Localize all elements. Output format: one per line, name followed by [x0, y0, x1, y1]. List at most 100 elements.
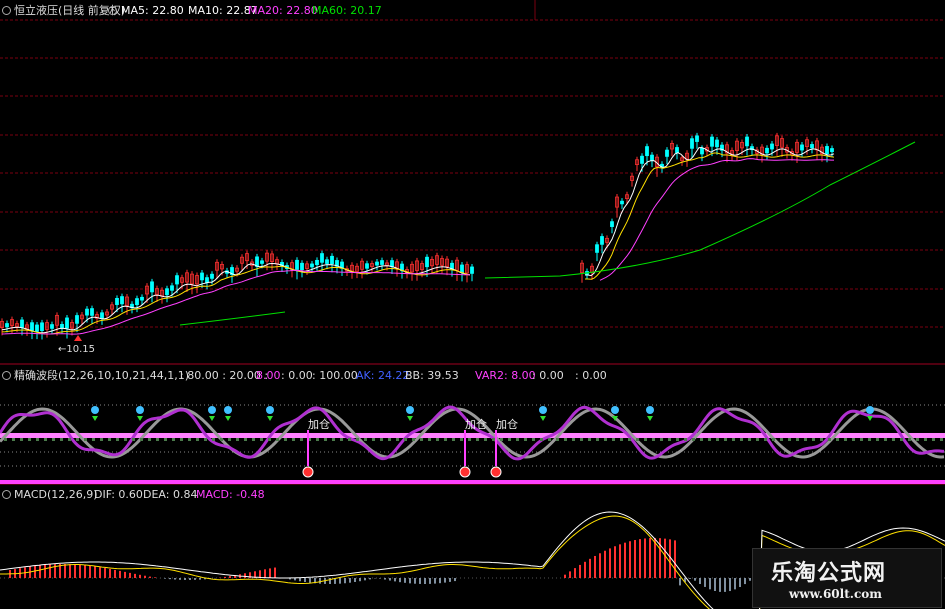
indicator-value-1: 8.00	[256, 369, 281, 382]
ma-settings-icon[interactable]	[108, 6, 117, 15]
candle-body	[210, 273, 214, 279]
indicator-dot	[508, 438, 511, 441]
candle-body	[150, 281, 154, 293]
indicator-toggle-icon[interactable]	[2, 371, 11, 380]
indicator-dot	[940, 438, 943, 441]
indicator-dot	[908, 438, 911, 441]
candle-body	[90, 308, 94, 316]
sell-arrow-icon	[267, 416, 273, 421]
indicator-dot	[900, 438, 903, 441]
candle-body	[830, 148, 834, 153]
indicator-bottom-band	[0, 480, 945, 484]
indicator-dot	[868, 438, 871, 441]
sell-arrow-icon	[225, 416, 231, 421]
peak-marker-icon	[866, 406, 874, 414]
peak-marker-icon	[136, 406, 144, 414]
indicator-dot	[316, 438, 319, 441]
candle-body	[390, 260, 394, 267]
candle-body	[35, 324, 39, 332]
indicator-dot	[380, 438, 383, 441]
indicator-dot	[324, 438, 327, 441]
indicator-dot	[276, 438, 279, 441]
indicator-dot	[140, 438, 143, 441]
indicator-dot	[540, 438, 543, 441]
indicator-dot	[132, 438, 135, 441]
indicator-dot	[564, 438, 567, 441]
candle-body	[600, 236, 604, 245]
candle-body	[315, 259, 319, 266]
signal-add-position-2: 加仓	[465, 418, 487, 431]
candle-body	[665, 149, 669, 157]
signal-add-position-3: 加仓	[496, 418, 518, 431]
panel-toggle-icon[interactable]	[2, 6, 11, 15]
indicator-dot	[732, 438, 735, 441]
candle-body	[85, 308, 89, 316]
indicator-dot	[828, 438, 831, 441]
ma60-value: MA60: 20.17	[312, 4, 382, 17]
indicator-dot	[116, 438, 119, 441]
indicator-dot	[836, 438, 839, 441]
candle-body	[255, 256, 259, 267]
indicator-dot	[852, 438, 855, 441]
ma20-value: MA20: 22.80	[248, 4, 318, 17]
macd-name: MACD(12,26,9)	[14, 488, 98, 501]
indicator-dot	[164, 438, 167, 441]
indicator-dot	[740, 438, 743, 441]
candle-body	[610, 221, 614, 227]
macd-toggle-icon[interactable]	[2, 490, 11, 499]
peak-marker-icon	[266, 406, 274, 414]
indicator-dot	[804, 438, 807, 441]
indicator-dot	[12, 438, 15, 441]
var2-value-b: : 0.00	[532, 369, 564, 382]
signal-add-position-1: 加仓	[308, 418, 330, 431]
indicator-dot	[364, 438, 367, 441]
price-chart-canvas[interactable]	[0, 0, 945, 609]
indicator-dot	[204, 438, 207, 441]
candle-body	[50, 324, 54, 329]
indicator-dot	[20, 438, 23, 441]
indicator-dot	[412, 438, 415, 441]
watermark-url: www.60lt.com	[789, 587, 882, 601]
indicator-dot	[604, 438, 607, 441]
indicator-dot	[292, 438, 295, 441]
ma10-line	[585, 152, 835, 280]
candle-body	[810, 144, 814, 149]
indicator-dot	[36, 438, 39, 441]
indicator-dot	[612, 438, 615, 441]
indicator-dot	[372, 438, 375, 441]
var2-value-c: : 0.00	[575, 369, 607, 382]
indicator-dot	[524, 438, 527, 441]
watermark-box: 乐淘公式网 www.60lt.com	[752, 548, 942, 608]
indicator-dot	[588, 438, 591, 441]
candle-body	[310, 263, 314, 268]
sell-arrow-icon	[209, 416, 215, 421]
indicator-dot	[84, 438, 87, 441]
candle-body	[20, 319, 24, 328]
macd-dea: DEA: 0.84	[143, 488, 198, 501]
candle-body	[320, 253, 324, 263]
indicator-dot	[332, 438, 335, 441]
indicator-dot	[452, 438, 455, 441]
candle-body	[140, 296, 144, 301]
candle-body	[620, 200, 624, 205]
indicator-dot	[28, 438, 31, 441]
indicator-dot	[844, 438, 847, 441]
bb-value: BB: 39.53	[405, 369, 459, 382]
indicator-dot	[188, 438, 191, 441]
indicator-dot	[924, 438, 927, 441]
buy-signal-icon	[302, 466, 314, 478]
macd-dif: DIF: 0.60	[94, 488, 143, 501]
candle-body	[120, 296, 124, 305]
indicator-dot	[100, 438, 103, 441]
indicator-dot	[300, 438, 303, 441]
candle-body	[325, 259, 329, 264]
candle-body	[765, 147, 769, 154]
candle-body	[135, 298, 139, 306]
sell-arrow-icon	[407, 416, 413, 421]
indicator-dot	[764, 438, 767, 441]
indicator-dot	[284, 438, 287, 441]
buy-signal-icon	[490, 466, 502, 478]
indicator-dot	[676, 438, 679, 441]
indicator-dot	[228, 438, 231, 441]
candle-body	[425, 256, 429, 268]
